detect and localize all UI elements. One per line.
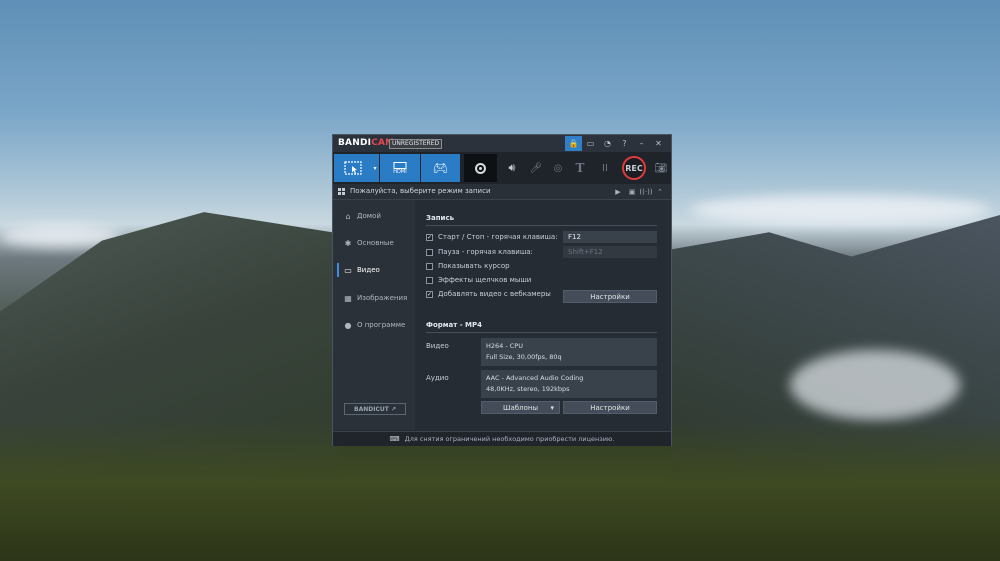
sidebar-item-label: Основные [357, 239, 394, 247]
bandicam-window: BANDICAM UNREGISTERED 🔒 ▭ ◔ ? – ✕ ▾ HDMI… [332, 134, 672, 446]
clock-icon[interactable]: ◔ [599, 136, 616, 151]
section-divider [426, 332, 657, 333]
pause-hotkey-row: Пауза - горячая клавиша: [426, 248, 533, 256]
gear-icon: ✱ [344, 238, 352, 248]
templates-label: Шаблоны [503, 403, 538, 412]
hdmi-device-icon [393, 161, 407, 169]
start-stop-hotkey-field[interactable]: F12 [563, 231, 657, 243]
video-icon: ▭ [344, 265, 352, 275]
section-divider [426, 225, 657, 226]
grid-menu-icon[interactable] [338, 188, 345, 195]
audio-params: 48,0KHz, stereo, 192kbps [486, 385, 570, 393]
license-notice: Для снятия ограничений необходимо приобр… [404, 435, 615, 443]
format-section-title: Формат - MP4 [426, 321, 483, 329]
sidebar-item-label: Видео [357, 266, 380, 274]
valley-cloud [790, 350, 960, 420]
camera-icon: 📷︎ [654, 162, 668, 174]
webcam-icon [475, 162, 486, 174]
mode-bar: Пожалуйста, выберите режим записи ▶ ▣ ((… [333, 184, 671, 200]
help-icon[interactable]: ? [616, 136, 633, 151]
sidebar-item-home[interactable]: ⌂ Домой [333, 204, 415, 228]
unregistered-badge: UNREGISTERED [389, 139, 443, 149]
sidebar-item-label: Изображения [357, 294, 408, 302]
webcam-overlay-checkbox[interactable]: ✓ [426, 290, 433, 298]
video-recording-icon[interactable]: ▶ [611, 185, 625, 198]
format-settings-button[interactable]: Настройки [563, 401, 657, 414]
dropdown-caret-icon: ▾ [550, 403, 554, 412]
pause-button[interactable]: II [597, 154, 613, 182]
collapse-chevron-icon[interactable]: ⌃ [653, 185, 667, 198]
license-footer[interactable]: ⌨ Для снятия ограничений необходимо прио… [333, 431, 671, 446]
video-format-info[interactable]: H264 - CPU Full Size, 30,00fps, 80q [481, 338, 657, 366]
info-icon: ● [344, 320, 352, 330]
video-codec: H264 - CPU [486, 342, 523, 350]
game-mode-button[interactable]: 🎮︎ [421, 154, 460, 182]
webcam-settings-button[interactable]: Настройки [563, 290, 657, 303]
sidebar: ⌂ Домой ✱ Основные ▭ Видео ▦ Изображения… [333, 200, 415, 430]
speaker-button[interactable]: 🔊︎ [501, 154, 523, 182]
bandicam-logo: BANDICAM [338, 138, 395, 148]
recording-section-title: Запись [426, 214, 455, 222]
cursor-icon: ◎ [553, 162, 563, 174]
click-effects-label: Эффекты щелчков мыши [438, 276, 532, 284]
sidebar-item-about[interactable]: ● О программе [333, 313, 415, 337]
device-mode-button[interactable]: HDMI [380, 154, 420, 182]
gamepad-icon: 🎮︎ [432, 161, 449, 175]
sidebar-item-general[interactable]: ✱ Основные [333, 231, 415, 255]
show-cursor-label: Показывать курсор [438, 262, 510, 270]
sidebar-item-label: О программе [357, 321, 406, 329]
image-recording-icon[interactable]: ▣ [625, 185, 639, 198]
lock-icon[interactable]: 🔒 [565, 136, 582, 151]
screen-mode-button[interactable] [334, 154, 371, 182]
rectangle-select-icon [343, 161, 362, 175]
image-icon: ▦ [344, 293, 352, 303]
screenshot-button[interactable]: 📷︎ [652, 154, 670, 182]
pause-hotkey-field[interactable]: Shift+F12 [563, 246, 657, 258]
templates-button[interactable]: Шаблоны ▾ [481, 401, 560, 414]
text-overlay-button[interactable]: T [572, 154, 588, 182]
click-effects-row: Эффекты щелчков мыши [426, 276, 531, 284]
webcam-overlay-row: ✓ Добавлять видео с вебкамеры [426, 290, 551, 298]
cloud-bank [690, 195, 990, 225]
speaker-icon: 🔊︎ [508, 161, 516, 174]
sidebar-item-images[interactable]: ▦ Изображения [333, 286, 415, 310]
webcam-overlay-label: Добавлять видео с вебкамеры [438, 290, 551, 298]
click-effects-checkbox[interactable] [426, 276, 433, 284]
video-params: Full Size, 30,00fps, 80q [486, 353, 562, 361]
start-stop-hotkey-row: ✓ Старт / Стоп - горячая клавиша: [426, 233, 558, 241]
audio-codec: AAC - Advanced Audio Coding [486, 374, 584, 382]
video-format-label: Видео [426, 342, 449, 350]
home-icon: ⌂ [345, 211, 351, 221]
key-icon: ⌨ [389, 435, 400, 443]
sidebar-item-video[interactable]: ▭ Видео [333, 258, 415, 282]
start-stop-checkbox[interactable]: ✓ [426, 233, 433, 241]
microphone-muted-icon: 🎤︎ [529, 162, 543, 174]
mode-prompt: Пожалуйста, выберите режим записи [350, 187, 491, 195]
show-cursor-checkbox[interactable] [426, 262, 433, 270]
cursor-effects-button[interactable]: ◎ [549, 154, 567, 182]
audio-format-label: Аудио [426, 374, 449, 382]
sidebar-item-label: Домой [357, 212, 381, 220]
minimize-icon[interactable]: – [633, 136, 650, 151]
pause-label: Пауза - горячая клавиша: [438, 248, 533, 256]
bandicut-button[interactable]: BANDICUT ↗ [344, 403, 406, 415]
mode-dropdown-caret[interactable]: ▾ [371, 154, 379, 182]
record-button[interactable]: REC [619, 154, 649, 182]
folder-icon[interactable]: ▭ [582, 136, 599, 151]
show-cursor-row: Показывать курсор [426, 262, 510, 270]
microphone-button[interactable]: 🎤︎ [526, 154, 546, 182]
hdmi-label: HDMI [393, 168, 407, 175]
main-toolbar: ▾ HDMI 🎮︎ 🔊︎ 🎤︎ ◎ T II REC 📷︎ [333, 152, 671, 184]
pause-checkbox[interactable] [426, 248, 433, 256]
rec-label: REC [622, 156, 646, 180]
video-settings-panel: Запись ✓ Старт / Стоп - горячая клавиша:… [415, 200, 671, 430]
title-bar[interactable]: BANDICAM UNREGISTERED 🔒 ▭ ◔ ? – ✕ [333, 135, 671, 152]
broadcast-icon[interactable]: ((·)) [639, 185, 653, 198]
start-stop-label: Старт / Стоп - горячая клавиша: [438, 233, 558, 241]
close-icon[interactable]: ✕ [650, 136, 667, 151]
webcam-button[interactable] [464, 154, 497, 182]
audio-format-info[interactable]: AAC - Advanced Audio Coding 48,0KHz, ste… [481, 370, 657, 398]
